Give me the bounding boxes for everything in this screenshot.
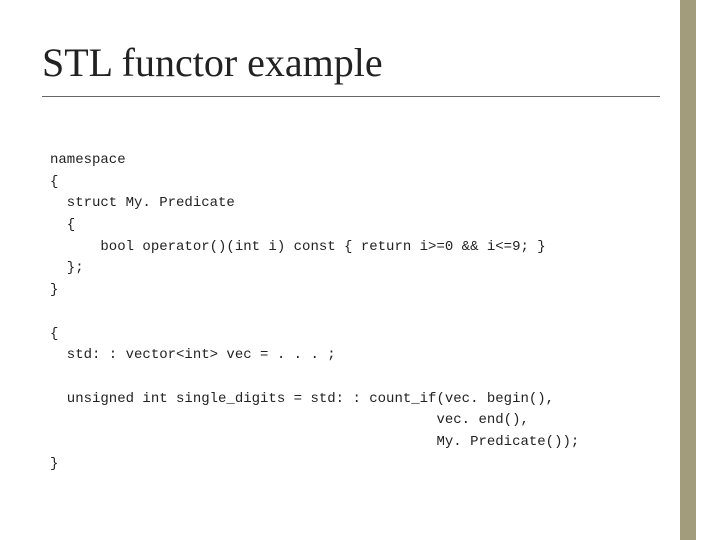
code-block: namespace { struct My. Predicate { bool …	[50, 150, 650, 475]
slide-title: STL functor example	[42, 42, 660, 97]
accent-bar	[680, 0, 696, 540]
slide: STL functor example namespace { struct M…	[0, 0, 720, 540]
